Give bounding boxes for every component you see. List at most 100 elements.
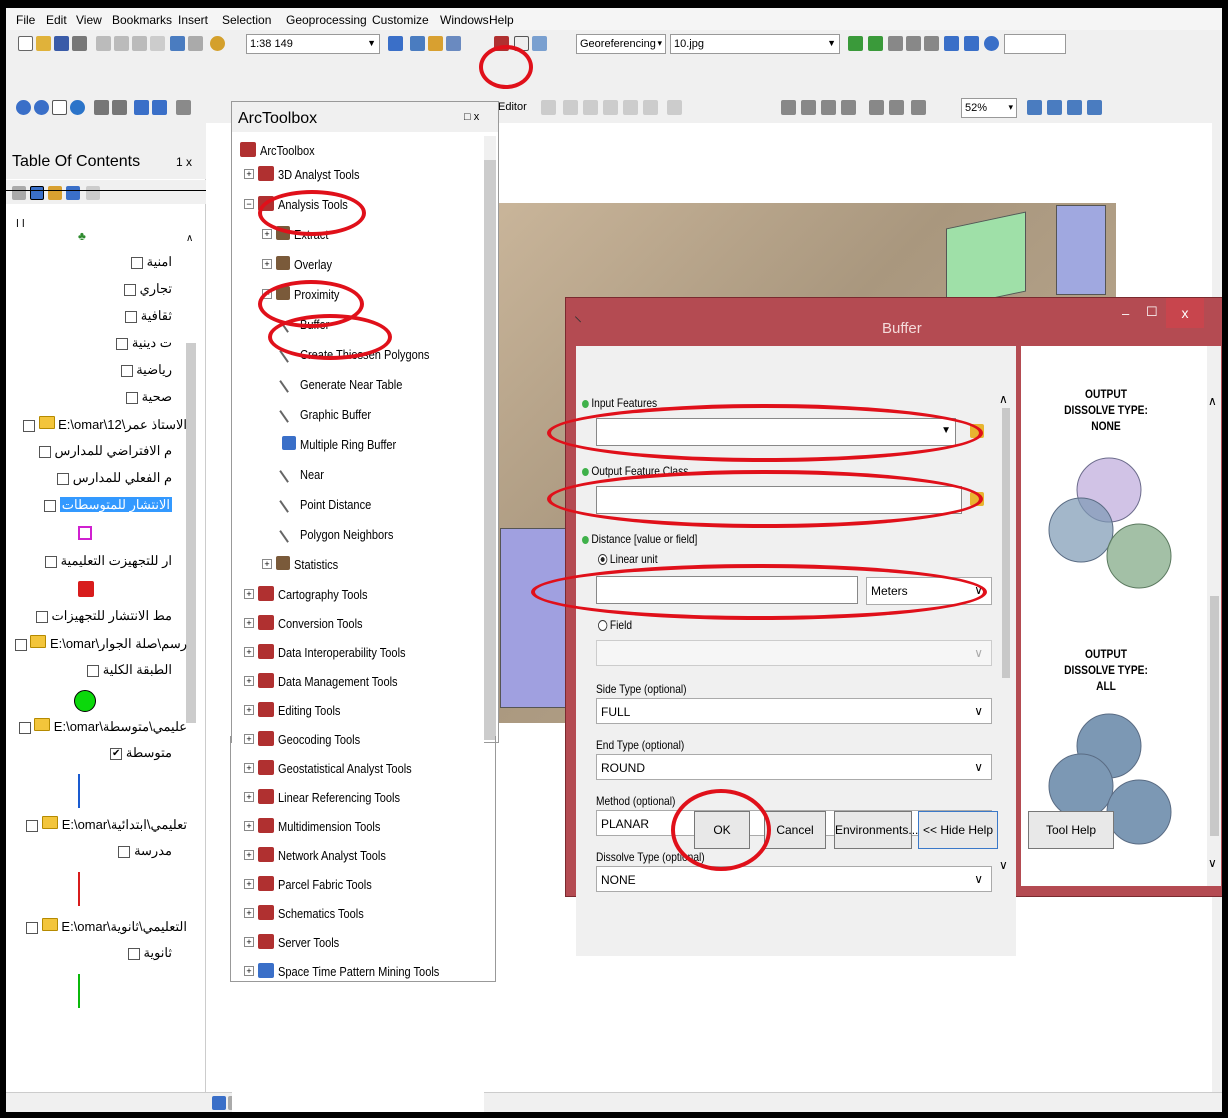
expand-toggle[interactable]: + bbox=[244, 908, 254, 918]
menu-customize[interactable]: Customize bbox=[372, 13, 429, 27]
minimize-button[interactable]: – bbox=[1122, 306, 1129, 321]
field-radio[interactable]: Field bbox=[598, 618, 632, 632]
editor-toolbar-icon[interactable] bbox=[388, 36, 403, 51]
delete-icon[interactable] bbox=[150, 36, 165, 51]
table-of-contents-icon[interactable] bbox=[410, 36, 425, 51]
toolbox-space-time[interactable]: Space Time Pattern Mining Tools bbox=[278, 964, 439, 979]
browse-folder-icon[interactable] bbox=[970, 492, 984, 506]
expand-toggle[interactable]: + bbox=[262, 229, 272, 239]
toc-layer[interactable]: ت دينية bbox=[116, 335, 172, 351]
toc-layer[interactable]: مدرسة bbox=[118, 843, 172, 859]
collapse-toggle[interactable]: − bbox=[262, 289, 272, 299]
expand-toggle[interactable]: + bbox=[244, 705, 254, 715]
toc-options-icon[interactable] bbox=[86, 186, 100, 200]
search-window-icon[interactable] bbox=[446, 36, 461, 51]
tool-help-button[interactable]: Tool Help bbox=[1028, 811, 1114, 849]
expand-toggle[interactable]: + bbox=[244, 676, 254, 686]
tool-buffer[interactable]: Buffer bbox=[300, 317, 329, 332]
save-icon[interactable] bbox=[54, 36, 69, 51]
toolbox-data-interoperability[interactable]: Data Interoperability Tools bbox=[278, 645, 406, 660]
cancel-button[interactable]: Cancel bbox=[764, 811, 826, 849]
toc-scroll-up[interactable]: ∧ bbox=[186, 233, 193, 244]
zoom-in-icon[interactable] bbox=[16, 100, 31, 115]
toolset-statistics[interactable]: Statistics bbox=[294, 557, 338, 572]
toc-close-button[interactable]: 1 x bbox=[176, 155, 192, 169]
field-select[interactable]: ∨ bbox=[596, 640, 992, 666]
toolbox-3d-analyst[interactable]: 3D Analyst Tools bbox=[278, 167, 359, 182]
side-type-select[interactable]: FULL ∨ bbox=[596, 698, 992, 724]
scroll-up-arrow[interactable]: ∧ bbox=[999, 392, 1008, 406]
hide-help-button[interactable]: << Hide Help bbox=[918, 811, 998, 849]
auto-adjust-icon[interactable] bbox=[868, 36, 883, 51]
toc-layer[interactable]: امنية bbox=[130, 254, 172, 270]
unit-select[interactable]: Meters ∨ bbox=[866, 577, 992, 605]
sketch-icon[interactable] bbox=[583, 100, 598, 115]
data-driven-pages-icon[interactable] bbox=[1087, 100, 1102, 115]
toc-scrollbar[interactable] bbox=[186, 343, 196, 723]
toolbox-editing[interactable]: Editing Tools bbox=[278, 703, 340, 718]
ok-button[interactable]: OK bbox=[694, 811, 750, 849]
tool-multiple-ring-buffer[interactable]: Multiple Ring Buffer bbox=[300, 437, 396, 452]
expand-toggle[interactable]: + bbox=[244, 966, 254, 976]
list-by-source-icon[interactable] bbox=[30, 186, 44, 200]
arctoolbox-root[interactable]: ArcToolbox bbox=[260, 143, 315, 158]
expand-toggle[interactable]: + bbox=[244, 850, 254, 860]
menu-file[interactable]: File bbox=[16, 13, 35, 27]
paste-icon[interactable] bbox=[132, 36, 147, 51]
toolbox-data-management[interactable]: Data Management Tools bbox=[278, 674, 398, 689]
expand-toggle[interactable]: + bbox=[262, 559, 272, 569]
edit-tool-icon[interactable] bbox=[541, 100, 556, 115]
data-view-icon[interactable] bbox=[212, 1096, 226, 1110]
back-icon[interactable] bbox=[134, 100, 149, 115]
fixed-zoom-in-icon[interactable] bbox=[94, 100, 109, 115]
toolbox-multidimension[interactable]: Multidimension Tools bbox=[278, 819, 380, 834]
help-scroll-up[interactable]: ∧ bbox=[1208, 394, 1217, 408]
cut-icon[interactable] bbox=[96, 36, 111, 51]
expand-toggle[interactable]: + bbox=[244, 792, 254, 802]
georef-text-input[interactable] bbox=[1004, 34, 1066, 54]
tool-polygon-neighbors[interactable]: Polygon Neighbors bbox=[300, 527, 393, 542]
toolset-proximity[interactable]: Proximity bbox=[294, 287, 339, 302]
environments-button[interactable]: Environments... bbox=[834, 811, 918, 849]
arctoolbox-scroll-thumb[interactable] bbox=[484, 160, 496, 740]
list-by-visibility-icon[interactable] bbox=[48, 186, 62, 200]
fixed-zoom-layout-icon[interactable] bbox=[869, 100, 884, 115]
pan-icon[interactable] bbox=[52, 100, 67, 115]
catalog-icon[interactable] bbox=[428, 36, 443, 51]
linear-unit-radio[interactable]: Linear unit bbox=[598, 552, 658, 566]
toolbox-linear-referencing[interactable]: Linear Referencing Tools bbox=[278, 790, 400, 805]
toc-layer[interactable]: تجاري bbox=[123, 281, 172, 297]
split-icon[interactable] bbox=[603, 100, 618, 115]
editor-menu[interactable]: Editor bbox=[498, 101, 527, 113]
expand-toggle[interactable]: + bbox=[244, 763, 254, 773]
print-icon[interactable] bbox=[72, 36, 87, 51]
menu-view[interactable]: View bbox=[76, 13, 102, 27]
toc-layer[interactable]: صحية bbox=[126, 389, 172, 405]
toc-layer[interactable]: م الفعلي للمدارس bbox=[57, 470, 172, 486]
expand-toggle[interactable]: + bbox=[244, 937, 254, 947]
copy-icon[interactable] bbox=[114, 36, 129, 51]
toggle-draft-icon[interactable] bbox=[1027, 100, 1042, 115]
toc-layer[interactable]: م الافتراضي للمدارس bbox=[38, 443, 172, 459]
shift-icon[interactable] bbox=[924, 36, 939, 51]
scale-icon[interactable] bbox=[906, 36, 921, 51]
link-table-icon[interactable] bbox=[944, 36, 959, 51]
expand-toggle[interactable]: + bbox=[244, 821, 254, 831]
georef-layer-combo[interactable]: 10.jpg ▼ bbox=[670, 34, 840, 54]
menu-geoprocessing[interactable]: Geoprocessing bbox=[286, 13, 367, 27]
undo-icon[interactable] bbox=[170, 36, 185, 51]
list-by-drawing-order-icon[interactable] bbox=[12, 186, 26, 200]
input-features-combo[interactable]: ▼ bbox=[596, 418, 956, 446]
help-scroll-thumb[interactable] bbox=[1210, 596, 1219, 836]
focus-data-frame-icon[interactable] bbox=[1047, 100, 1062, 115]
expand-toggle[interactable]: + bbox=[244, 618, 254, 628]
toolset-extract[interactable]: Extract bbox=[294, 227, 328, 242]
tool-generate-near-table[interactable]: Generate Near Table bbox=[300, 377, 402, 392]
expand-toggle[interactable]: + bbox=[244, 589, 254, 599]
toc-layer[interactable]: ثانوية bbox=[127, 945, 172, 961]
toolbox-parcel-fabric[interactable]: Parcel Fabric Tools bbox=[278, 877, 372, 892]
georeferencing-menu[interactable]: Georeferencing ▾ bbox=[576, 34, 666, 54]
toc-layer[interactable]: الطبقة الكلية bbox=[87, 662, 172, 678]
add-data-icon[interactable] bbox=[210, 36, 225, 51]
layout-zoom-in-icon[interactable] bbox=[781, 100, 796, 115]
